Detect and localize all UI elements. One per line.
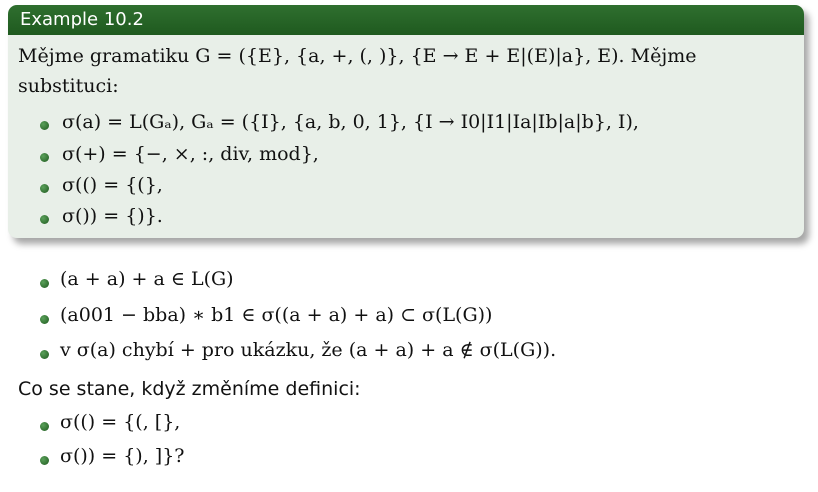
bullet-icon bbox=[40, 456, 49, 465]
example-title: Example 10.2 bbox=[8, 5, 804, 35]
intro-line-1: Mějme gramatiku G = ({E}, {a, +, (, )}, … bbox=[18, 45, 697, 67]
bullet-icon bbox=[40, 153, 49, 162]
example-block: Example 10.2 Mějme gramatiku G = ({E}, {… bbox=[8, 5, 804, 238]
bullet-icon bbox=[40, 279, 49, 288]
list-item: σ(() = {(, [}, bbox=[60, 411, 181, 433]
bullet-icon bbox=[40, 121, 49, 130]
substitution-item: σ()) = {)}. bbox=[62, 205, 163, 227]
bullet-icon bbox=[40, 422, 49, 431]
intro-line-2: substituci: bbox=[18, 75, 119, 97]
list-item: (a + a) + a ∈ L(G) bbox=[60, 268, 234, 290]
substitution-item: σ(a) = L(Gₐ), Gₐ = ({I}, {a, b, 0, 1}, {… bbox=[62, 111, 639, 133]
bullet-icon bbox=[40, 184, 49, 193]
bullet-icon bbox=[40, 315, 49, 324]
substitution-item: σ(+) = {−, ×, :, div, mod}, bbox=[62, 143, 319, 165]
substitution-item: σ(() = {(}, bbox=[62, 174, 163, 196]
example-body: Mějme gramatiku G = ({E}, {a, +, (, )}, … bbox=[8, 35, 804, 227]
list-item: v σ(a) chybí + pro ukázku, že (a + a) + … bbox=[60, 339, 557, 361]
bullet-icon bbox=[40, 350, 49, 359]
question-text: Co se stane, když změníme definici: bbox=[18, 378, 361, 400]
list-item: σ()) = {), ]}? bbox=[60, 445, 185, 467]
list-item: (a001 − bba) ∗ b1 ∈ σ((a + a) + a) ⊂ σ(L… bbox=[60, 304, 493, 326]
bullet-icon bbox=[40, 215, 49, 224]
